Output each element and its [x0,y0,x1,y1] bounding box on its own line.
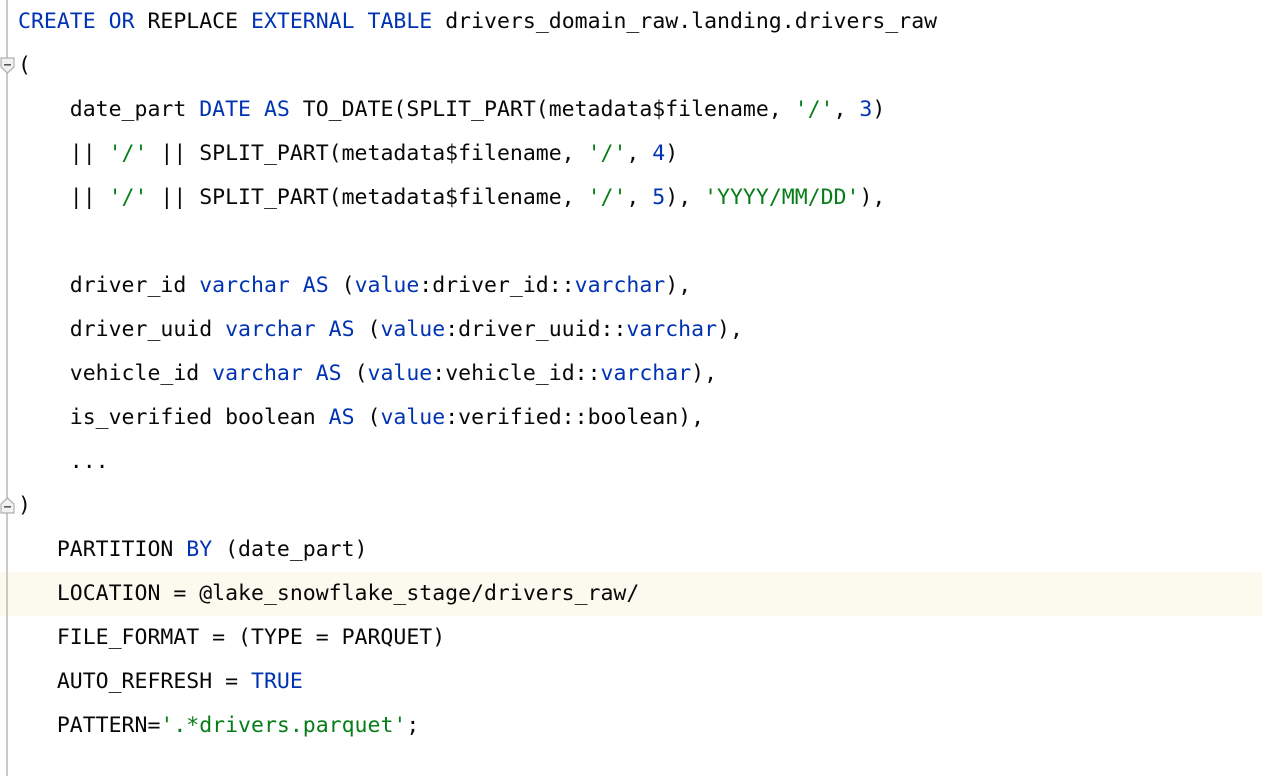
code-token: BY [186,537,213,562]
code-token: TABLE [367,9,433,34]
code-token: AS [328,405,355,430]
code-token: varchar [626,317,718,342]
code-token: ( [18,53,31,78]
code-token: 'YYYY/MM/DD' [704,185,860,210]
code-token: ), [859,185,886,210]
code-token: ... [18,449,109,474]
code-token: || [18,185,109,210]
code-token: '/' [108,185,148,210]
code-token: value [380,405,446,430]
code-token: EXTERNAL [251,9,355,34]
code-line[interactable]: AUTO_REFRESH = TRUE [0,660,1262,704]
code-token: AS [328,317,355,342]
code-token: AUTO_REFRESH = [18,669,251,694]
code-line[interactable]: ( [0,44,1262,88]
code-token: varchar [574,273,666,298]
code-token: ; [406,713,420,738]
code-line[interactable]: is_verified boolean AS (value:verified::… [0,396,1262,440]
code-token: drivers_domain_raw.landing.drivers_raw [432,9,938,34]
code-token: varchar [600,361,692,386]
code-token: , [833,97,860,122]
code-token: :driver_uuid:: [445,317,627,342]
fold-end-icon[interactable] [0,497,15,514]
code-line[interactable]: || '/' || SPLIT_PART(metadata$filename, … [0,176,1262,220]
code-token: || SPLIT_PART(metadata$filename, [147,185,588,210]
code-token: ) [665,141,679,166]
code-token: REPLACE [134,9,252,34]
code-line[interactable]: driver_id varchar AS (value:driver_id::v… [0,264,1262,308]
code-line[interactable]: vehicle_id varchar AS (value:vehicle_id:… [0,352,1262,396]
code-token: , [626,141,653,166]
code-token: '/' [587,141,627,166]
code-token: driver_id [18,273,200,298]
code-line[interactable]: ) [0,484,1262,528]
code-token: ( [354,317,381,342]
code-token: ( [328,273,355,298]
code-token: varchar [212,361,303,386]
code-token: :verified::boolean), [445,405,705,430]
code-line[interactable]: || '/' || SPLIT_PART(metadata$filename, … [0,132,1262,176]
code-line-active[interactable]: LOCATION = @lake_snowflake_stage/drivers… [0,572,1262,616]
code-token: , [626,185,653,210]
code-token: AS [263,97,290,122]
code-token: '/' [108,141,148,166]
code-token: driver_uuid [18,317,226,342]
code-line[interactable]: driver_uuid varchar AS (value:driver_uui… [0,308,1262,352]
code-token: '/' [587,185,627,210]
code-token: AS [302,273,329,298]
code-line[interactable]: FILE_FORMAT = (TYPE = PARQUET) [0,616,1262,660]
code-token: value [367,361,433,386]
code-token: TO_DATE(SPLIT_PART(metadata$filename, [289,97,795,122]
code-token: 4 [652,141,666,166]
code-token: '.*drivers.parquet' [160,713,407,738]
fold-collapse-icon[interactable] [0,57,15,74]
code-line[interactable]: date_part DATE AS TO_DATE(SPLIT_PART(met… [0,88,1262,132]
code-token: ), [665,185,705,210]
code-token: FILE_FORMAT = (TYPE = PARQUET) [18,625,446,650]
code-token: PARTITION [18,537,187,562]
code-token: ) [18,493,31,518]
code-token: value [354,273,420,298]
code-token: TRUE [251,669,303,694]
code-token: ), [691,361,718,386]
code-token: vehicle_id [18,361,213,386]
code-token: 3 [859,97,873,122]
code-token: value [380,317,446,342]
code-token: varchar [199,273,290,298]
code-token: is_verified boolean [18,405,329,430]
code-line[interactable]: ... [0,440,1262,484]
code-token: ), [665,273,692,298]
code-token: DATE [199,97,251,122]
code-line[interactable] [0,220,1262,264]
code-token: ( [354,405,381,430]
code-token: varchar [225,317,316,342]
code-token: OR [108,9,135,34]
code-token: AS [315,361,342,386]
code-token: ( [341,361,368,386]
code-content[interactable]: CREATE OR REPLACE EXTERNAL TABLE drivers… [0,0,1262,776]
code-token: date_part [18,97,200,122]
sql-code-editor[interactable]: CREATE OR REPLACE EXTERNAL TABLE drivers… [0,0,1262,776]
code-token: LOCATION = @lake_snowflake_stage/drivers… [18,581,640,606]
code-token: '/' [794,97,834,122]
code-line[interactable]: PARTITION BY (date_part) [0,528,1262,572]
code-token: 5 [652,185,666,210]
code-line[interactable]: CREATE OR REPLACE EXTERNAL TABLE drivers… [0,0,1262,44]
code-token: PATTERN= [18,713,161,738]
code-token: || SPLIT_PART(metadata$filename, [147,141,588,166]
code-line[interactable]: PATTERN='.*drivers.parquet'; [0,704,1262,748]
code-token: ) [872,97,886,122]
code-token: :vehicle_id:: [432,361,601,386]
code-token: CREATE [18,9,96,34]
code-token: ), [717,317,743,342]
code-token: :driver_id:: [419,273,575,298]
code-token: || [18,141,109,166]
code-token: (date_part) [212,537,368,562]
